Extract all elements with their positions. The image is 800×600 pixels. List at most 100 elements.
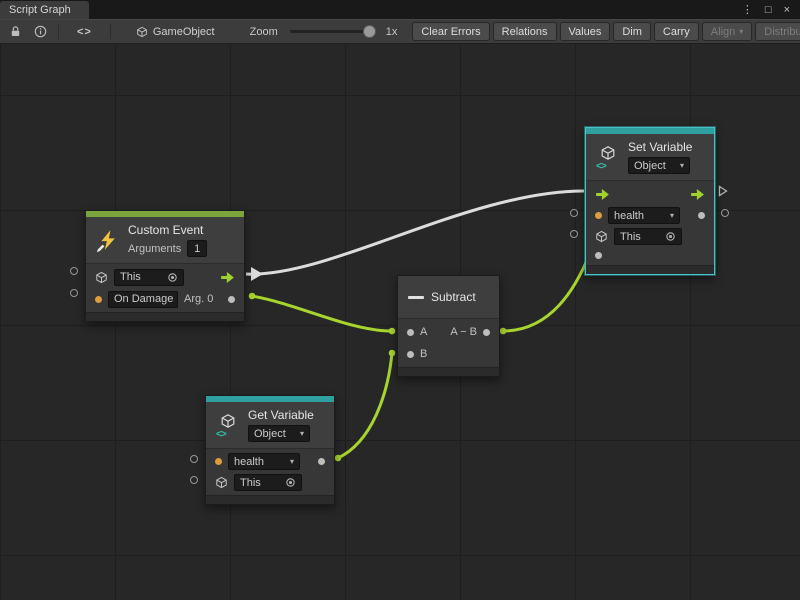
wire-endpoint (389, 328, 396, 335)
connection-arg0-to-a[interactable] (252, 296, 391, 331)
node-footer (86, 312, 244, 321)
info-icon[interactable] (31, 23, 49, 41)
variable-icon: <> (595, 144, 621, 170)
flow-arrowhead-icon (251, 267, 263, 281)
arguments-input[interactable]: 1 (187, 240, 207, 257)
window-controls: ⋮ □ × (732, 0, 800, 19)
input-port[interactable] (190, 455, 198, 463)
wire-endpoint (389, 350, 396, 357)
tab-bar: Script Graph ⋮ □ × (0, 0, 800, 19)
graph-toolbar: <> GameObject Zoom 1x Clear Errors Relat… (0, 19, 800, 44)
value-output-port[interactable] (698, 212, 705, 219)
target-dropdown[interactable]: This (114, 269, 184, 286)
values-button[interactable]: Values (560, 22, 611, 41)
window-menu-icon[interactable]: ⋮ (742, 3, 753, 16)
node-body: This On Damage Arg. 0 (86, 264, 244, 312)
connection-control-flow[interactable] (246, 191, 584, 274)
node-header: Subtract (398, 276, 499, 319)
toolbar-buttons: Clear Errors Relations Values Dim Carry … (412, 22, 800, 41)
target-dropdown[interactable]: This (614, 228, 682, 245)
connection-result-to-setvar[interactable] (503, 248, 592, 331)
maximize-icon[interactable]: □ (765, 4, 772, 16)
chevron-down-icon: ▾ (290, 457, 294, 466)
code-icon[interactable]: <> (68, 24, 101, 40)
target-picker-icon[interactable] (285, 477, 296, 488)
value-input-port[interactable] (595, 252, 602, 259)
custom-event-icon (95, 227, 121, 253)
variable-scope-dropdown[interactable]: Object ▾ (628, 157, 690, 174)
string-port[interactable] (595, 212, 602, 219)
gameobject-icon (136, 26, 148, 38)
unity-editor-window: Script Graph ⋮ □ × <> GameObject Zoom 1x… (0, 0, 800, 600)
node-title: Set Variable (628, 140, 692, 154)
pencil-icon (96, 243, 106, 253)
input-port[interactable] (570, 209, 578, 217)
variable-icon: <> (215, 412, 241, 438)
zoom-slider-knob[interactable] (363, 25, 376, 38)
input-port-b[interactable] (407, 351, 414, 358)
gameobject-label: GameObject (153, 26, 215, 38)
connection-getvar-to-b[interactable] (338, 353, 392, 458)
chevron-down-icon: ▾ (300, 429, 304, 438)
zoom-label: Zoom (250, 26, 278, 38)
gameobject-selector[interactable]: GameObject (136, 26, 215, 38)
node-title: Subtract (431, 290, 476, 304)
toolbar-separator (110, 24, 111, 39)
variable-name-dropdown[interactable]: health ▾ (608, 207, 680, 224)
flow-output-port[interactable] (690, 189, 705, 200)
node-header: <> Get Variable Object ▾ (206, 402, 334, 449)
chevron-down-icon: ▾ (670, 211, 674, 220)
flow-continuation-port[interactable] (718, 185, 728, 197)
node-body: health ▾ This (206, 449, 334, 495)
wire-endpoint (500, 328, 507, 335)
distribute-button[interactable]: Distribute▾ (755, 22, 800, 41)
output-port-result[interactable] (483, 329, 490, 336)
lock-icon[interactable] (6, 23, 24, 41)
flow-output-port[interactable] (220, 272, 235, 283)
input-port[interactable] (570, 230, 578, 238)
node-footer (398, 367, 499, 376)
target-picker-icon[interactable] (665, 231, 676, 242)
wire-endpoint (249, 293, 256, 300)
zoom-slider[interactable] (290, 30, 374, 33)
tab-title: Script Graph (9, 4, 71, 16)
carry-button[interactable]: Carry (654, 22, 699, 41)
chevron-down-icon: ▾ (680, 161, 684, 170)
tab-script-graph[interactable]: Script Graph (0, 1, 89, 19)
arg0-output-port[interactable] (228, 296, 235, 303)
target-picker-icon[interactable] (167, 272, 178, 283)
flow-input-port[interactable] (595, 189, 610, 200)
zoom-value: 1x (386, 26, 398, 38)
close-icon[interactable]: × (784, 4, 790, 16)
chevron-down-icon: ▾ (739, 27, 743, 36)
string-port[interactable] (95, 296, 102, 303)
node-title: Custom Event (128, 223, 207, 237)
target-dropdown[interactable]: This (234, 474, 302, 491)
result-label: A − B (450, 326, 477, 338)
node-get-variable[interactable]: <> Get Variable Object ▾ healt (205, 395, 335, 505)
input-port[interactable] (190, 476, 198, 484)
relations-button[interactable]: Relations (493, 22, 557, 41)
node-header: <> Set Variable Object ▾ (586, 134, 714, 181)
input-port[interactable] (70, 267, 78, 275)
output-port[interactable] (721, 209, 729, 217)
dim-button[interactable]: Dim (613, 22, 651, 41)
cube-icon (215, 476, 228, 489)
clear-errors-button[interactable]: Clear Errors (412, 22, 489, 41)
input-port[interactable] (70, 289, 78, 297)
cube-icon (95, 271, 108, 284)
node-set-variable[interactable]: <> Set Variable Object ▾ (585, 127, 715, 275)
node-footer (206, 495, 334, 504)
wire-endpoint (335, 455, 342, 462)
node-subtract[interactable]: Subtract A A − B B (397, 275, 500, 377)
toolbar-separator (58, 24, 59, 39)
node-custom-event[interactable]: Custom Event Arguments 1 This (85, 210, 245, 322)
variable-name-dropdown[interactable]: health ▾ (228, 453, 300, 470)
input-port-a[interactable] (407, 329, 414, 336)
event-name-input[interactable]: On Damage (108, 291, 178, 308)
graph-canvas[interactable]: Custom Event Arguments 1 This (0, 44, 800, 600)
value-output-port[interactable] (318, 458, 325, 465)
align-button[interactable]: Align▾ (702, 22, 752, 41)
variable-scope-dropdown[interactable]: Object ▾ (248, 425, 310, 442)
string-port[interactable] (215, 458, 222, 465)
